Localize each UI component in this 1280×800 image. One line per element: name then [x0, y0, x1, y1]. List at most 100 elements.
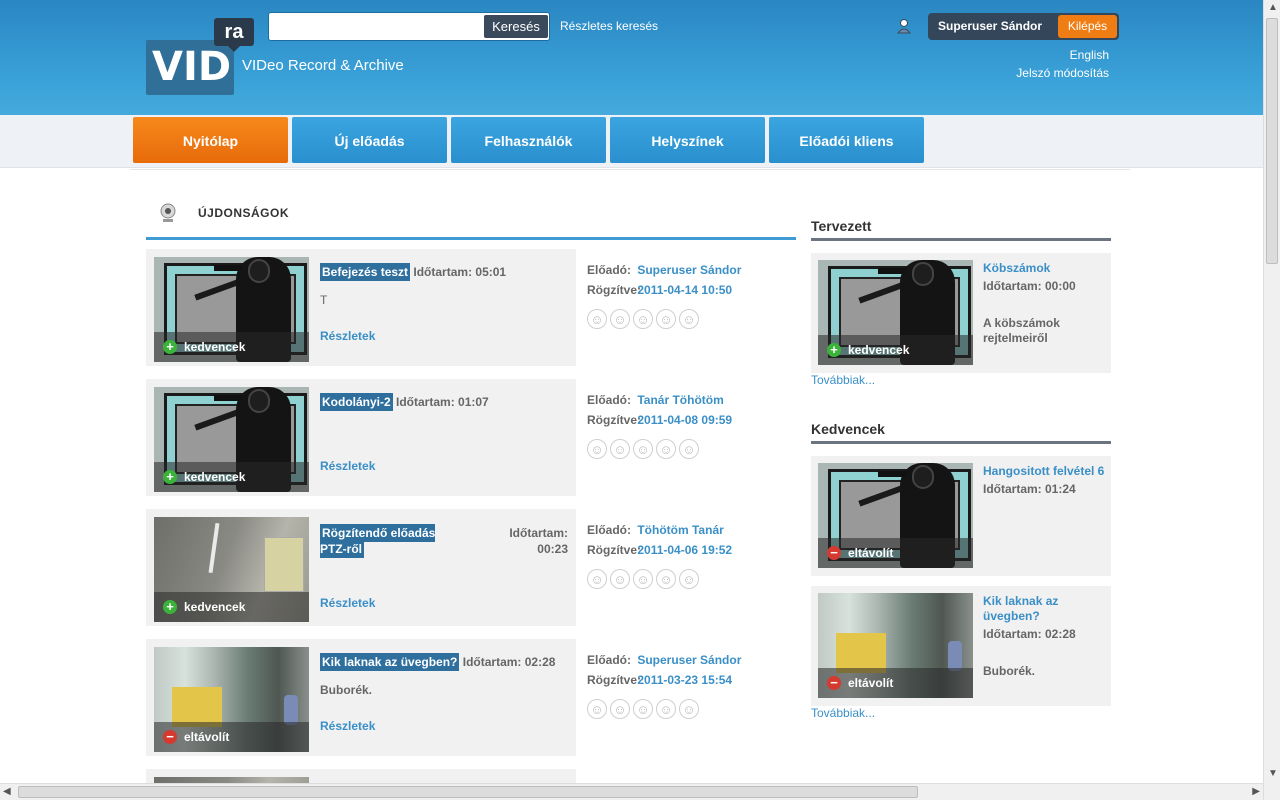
smiley-icon[interactable]: ☺: [679, 569, 699, 589]
duration-value: 02:28: [524, 655, 556, 669]
smiley-icon[interactable]: ☺: [679, 699, 699, 719]
scroll-right-icon[interactable]: ▶: [1252, 786, 1260, 797]
smiley-icon[interactable]: ☺: [587, 569, 607, 589]
scrollbar-thumb[interactable]: [18, 786, 918, 798]
presenter-link[interactable]: Töhötöm Tanár: [637, 523, 723, 537]
video-description: Buborék.: [320, 683, 373, 697]
smiley-icon[interactable]: ☺: [656, 569, 676, 589]
video-title[interactable]: Kik laknak az üvegben?: [320, 653, 460, 671]
duration-value: 01:07: [458, 395, 489, 409]
recorded-date: 2011-04-08 09:59: [637, 413, 733, 427]
video-item: + kedvencek Rögzítendő előadás PTZ-ről Id…: [146, 509, 576, 626]
nav-new-lecture[interactable]: Új előadás: [292, 117, 447, 163]
add-favorite-button[interactable]: + kedvencek: [818, 335, 973, 365]
logout-button[interactable]: Kilépés: [1058, 15, 1117, 38]
add-favorite-button[interactable]: + kedvencek: [154, 462, 309, 492]
smiley-icon[interactable]: ☺: [679, 309, 699, 329]
smiley-icon[interactable]: ☺: [633, 699, 653, 719]
video-title-row: Rögzítendő előadás PTZ-ről: [320, 524, 465, 558]
user-box: Superuser Sándor Kilépés: [928, 13, 1119, 40]
favorite-label: kedvencek: [184, 340, 246, 354]
smiley-icon[interactable]: ☺: [679, 439, 699, 459]
rating: ☺ ☺ ☺ ☺ ☺: [587, 309, 797, 329]
video-item: [146, 769, 576, 783]
presenter-link[interactable]: Tanár Töhötöm: [637, 393, 723, 407]
scroll-down-icon[interactable]: ▼: [1268, 768, 1278, 779]
smiley-icon[interactable]: ☺: [587, 439, 607, 459]
duration: Időtartam: 01:24: [983, 482, 1076, 496]
change-password-link[interactable]: Jelszó módosítás: [1016, 66, 1109, 80]
logo[interactable]: VID ra: [146, 18, 256, 95]
video-title[interactable]: Kodolányi-2: [320, 393, 393, 411]
details-link[interactable]: Részletek: [320, 459, 375, 473]
presenter-link[interactable]: Superuser Sándor: [637, 263, 741, 277]
advanced-search-link[interactable]: Részletes keresés: [560, 19, 658, 33]
remove-favorite-button[interactable]: − eltávolít: [154, 722, 309, 752]
video-title[interactable]: Köbszámok: [983, 261, 1108, 275]
favorite-label: eltávolít: [848, 676, 894, 690]
video-title[interactable]: Befejezés teszt: [320, 263, 411, 281]
smiley-icon[interactable]: ☺: [610, 439, 630, 459]
scroll-up-icon[interactable]: ▲: [1268, 2, 1278, 13]
smiley-icon[interactable]: ☺: [656, 699, 676, 719]
add-favorite-button[interactable]: + kedvencek: [154, 332, 309, 362]
duration-block: Időtartam: 00:23: [496, 525, 568, 557]
divider: [130, 169, 1130, 170]
details-link[interactable]: Részletek: [320, 329, 375, 343]
nav-presenter-client[interactable]: Előadói kliens: [769, 117, 924, 163]
search-button[interactable]: Keresés: [484, 15, 548, 38]
video-meta: Előadó: Superuser Sándor Rögzítve: 2011-…: [587, 653, 797, 719]
video-title[interactable]: Hangositott felvétel 6: [983, 464, 1108, 478]
scrollbar-thumb[interactable]: [1266, 18, 1278, 264]
presenter-link[interactable]: Superuser Sándor: [637, 653, 741, 667]
remove-favorite-button[interactable]: − eltávolít: [818, 538, 973, 568]
add-favorite-button[interactable]: + kedvencek: [154, 592, 309, 622]
smiley-icon[interactable]: ☺: [656, 309, 676, 329]
more-favorites-link[interactable]: Továbbiak...: [811, 706, 875, 720]
recorded-label: Rögzítve:: [587, 543, 641, 557]
video-thumbnail[interactable]: − eltávolít: [818, 463, 973, 568]
duration-label: Időtartam:: [413, 265, 473, 279]
vertical-scrollbar[interactable]: ▲ ▼: [1263, 0, 1280, 800]
video-description: A köbszámok rejtelmeiről: [983, 316, 1060, 345]
smiley-icon[interactable]: ☺: [633, 569, 653, 589]
logo-text: VID: [146, 40, 234, 95]
video-meta: Előadó: Superuser Sándor Rögzítve: 2011-…: [587, 263, 797, 329]
video-thumbnail[interactable]: + kedvencek: [154, 257, 309, 362]
video-thumbnail[interactable]: + kedvencek: [154, 517, 309, 622]
video-thumbnail[interactable]: + kedvencek: [818, 260, 973, 365]
smiley-icon[interactable]: ☺: [610, 569, 630, 589]
user-name[interactable]: Superuser Sándor: [938, 19, 1042, 33]
duration: Időtartam: 02:28: [983, 627, 1076, 641]
recorded-label: Rögzítve:: [587, 673, 641, 687]
horizontal-scrollbar[interactable]: ◀ ▶: [0, 783, 1263, 800]
smiley-icon[interactable]: ☺: [633, 439, 653, 459]
details-link[interactable]: Részletek: [320, 719, 375, 733]
smiley-icon[interactable]: ☺: [587, 699, 607, 719]
details-link[interactable]: Részletek: [320, 596, 375, 610]
nav-home[interactable]: Nyitólap: [133, 117, 288, 163]
smiley-icon[interactable]: ☺: [656, 439, 676, 459]
video-thumbnail[interactable]: + kedvencek: [154, 387, 309, 492]
video-title-row: Kik laknak az üvegben? Időtartam: 02:28: [320, 653, 556, 671]
video-title[interactable]: Rögzítendő előadás PTZ-ről: [320, 524, 436, 558]
remove-favorite-button[interactable]: − eltávolít: [818, 668, 973, 698]
smiley-icon[interactable]: ☺: [633, 309, 653, 329]
nav-locations[interactable]: Helyszínek: [610, 117, 765, 163]
plus-circle-icon: +: [163, 600, 177, 614]
scroll-left-icon[interactable]: ◀: [3, 786, 11, 797]
duration-label: Időtartam:: [509, 526, 568, 540]
video-thumbnail[interactable]: − eltávolít: [818, 593, 973, 698]
video-thumbnail[interactable]: − eltávolít: [154, 647, 309, 752]
rating: ☺ ☺ ☺ ☺ ☺: [587, 699, 797, 719]
nav-users[interactable]: Felhasználók: [451, 117, 606, 163]
smiley-icon[interactable]: ☺: [587, 309, 607, 329]
language-link[interactable]: English: [1070, 48, 1109, 62]
smiley-icon[interactable]: ☺: [610, 309, 630, 329]
more-planned-link[interactable]: Továbbiak...: [811, 373, 875, 387]
minus-circle-icon: −: [163, 730, 177, 744]
search-input[interactable]: [273, 16, 481, 37]
video-title[interactable]: Kik laknak az üvegben?: [983, 594, 1108, 624]
smiley-icon[interactable]: ☺: [610, 699, 630, 719]
favorite-item: − eltávolít Hangositott felvétel 6 Időtar…: [811, 456, 1111, 576]
